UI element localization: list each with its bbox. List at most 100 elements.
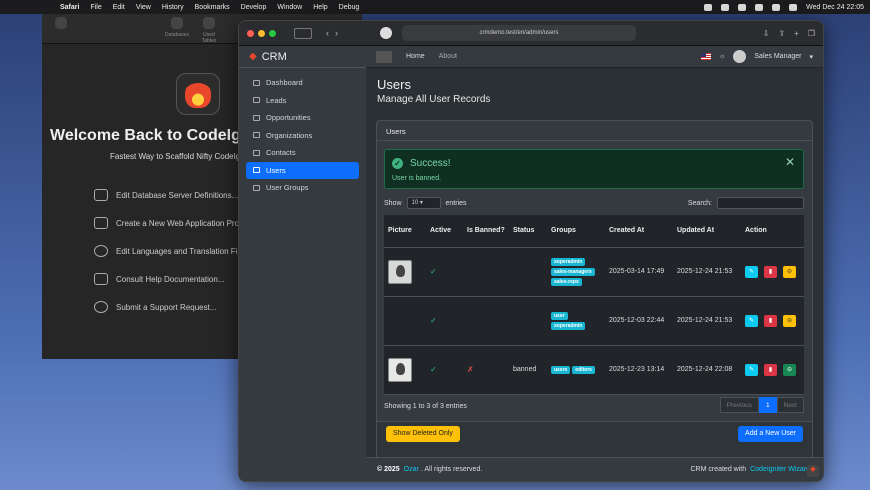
brand[interactable]: ◆ CRM	[239, 46, 366, 68]
pager-next[interactable]: Next	[776, 397, 804, 413]
menu-bookmarks[interactable]: Bookmarks	[195, 4, 230, 11]
menu-file[interactable]: File	[90, 4, 101, 11]
edit-button[interactable]: ✎	[745, 314, 758, 327]
share-icon[interactable]: ⇪	[778, 29, 785, 38]
menu-edit[interactable]: Edit	[113, 4, 125, 11]
wifi-icon[interactable]	[755, 3, 764, 11]
control-center-icon[interactable]	[789, 3, 798, 11]
hamburger-menu-icon[interactable]	[376, 50, 392, 63]
menu-help[interactable]: Help	[313, 4, 327, 11]
col-status[interactable]: Status	[509, 215, 547, 248]
footer-author-link[interactable]: Ozar	[404, 466, 419, 473]
sidebar-item-user-groups[interactable]: User Groups	[246, 179, 359, 197]
updated-at: 2025-12-24 21:53	[673, 296, 741, 346]
created-at: 2025-12-23 13:14	[605, 345, 673, 395]
zoom-window-icon[interactable]	[269, 29, 276, 37]
sidebar-item-opportunities[interactable]: Opportunities	[246, 109, 359, 127]
back-forward-icon[interactable]: ‹›	[326, 28, 344, 38]
link-help-docs[interactable]: Consult Help Documentation...	[94, 265, 239, 293]
edit-button[interactable]: ✎	[745, 363, 758, 376]
shield-icon[interactable]	[721, 3, 730, 11]
battery-icon[interactable]	[738, 3, 747, 11]
nav-about[interactable]: About	[439, 53, 457, 60]
codeigniter-logo-icon	[176, 73, 220, 115]
bg-toolbar-used-tables[interactable]: Used Tables	[196, 17, 222, 44]
sidebar-toggle-icon[interactable]	[294, 27, 312, 39]
pagination: Previous 1 Next	[719, 397, 804, 413]
main-content: Home About ☼ Sales Manager ▾ Users Manag…	[366, 46, 823, 481]
sidebar-item-dashboard[interactable]: Dashboard	[246, 74, 359, 92]
card-title: Users	[377, 121, 812, 141]
search-input[interactable]	[717, 197, 804, 209]
unban-button[interactable]: ⊖	[783, 363, 796, 376]
help-icon	[94, 301, 108, 313]
codeigniter-toolbar-icon[interactable]: ◆	[807, 465, 819, 477]
success-alert: ✓ Success! User is banned. ✕	[384, 149, 804, 189]
book-icon	[94, 273, 108, 285]
group-badge: sales-reps	[551, 277, 582, 286]
footer-credit: CRM created with	[690, 466, 747, 473]
nav-home[interactable]: Home	[406, 53, 425, 60]
delete-button[interactable]: ▮	[764, 314, 777, 327]
link-edit-languages[interactable]: Edit Languages and Translation Fi	[94, 237, 239, 265]
bg-toolbar-databases[interactable]: Databases	[164, 17, 190, 38]
delete-button[interactable]: ▮	[764, 265, 777, 278]
link-create-app[interactable]: Create a New Web Application Pro	[94, 209, 239, 237]
pager-previous[interactable]: Previous	[719, 397, 759, 413]
table-row: ✓ ✗ banned users editors 2025-12-23 13:1…	[384, 345, 804, 395]
pager-page-1[interactable]: 1	[759, 397, 777, 413]
user-menu[interactable]: Sales Manager	[754, 53, 801, 60]
col-picture[interactable]: Picture	[384, 215, 426, 248]
link-edit-database[interactable]: Edit Database Server Definitions...	[94, 181, 239, 209]
tab-favicon-icon[interactable]	[380, 27, 392, 39]
footer-tool-link[interactable]: CodeIgniter Wizard	[750, 466, 810, 473]
bg-toolbar-item[interactable]	[48, 17, 74, 32]
menu-app[interactable]: Safari	[60, 4, 79, 11]
close-icon[interactable]: ✕	[785, 155, 795, 169]
menu-view[interactable]: View	[136, 4, 151, 11]
close-window-icon[interactable]	[247, 29, 254, 37]
col-active[interactable]: Active	[426, 215, 463, 248]
menu-window[interactable]: Window	[277, 4, 302, 11]
minimize-window-icon[interactable]	[258, 29, 265, 37]
tabs-overview-icon[interactable]: ❐	[808, 29, 815, 38]
address-bar[interactable]: crmdemo.test/en/admin/users	[402, 25, 636, 41]
sidebar-item-organizations[interactable]: Organizations	[246, 127, 359, 145]
sidebar-item-contacts[interactable]: Contacts	[246, 144, 359, 162]
table-icon	[253, 149, 260, 156]
search-icon[interactable]	[772, 3, 781, 11]
ban-button[interactable]: ⊖	[783, 314, 796, 327]
menu-develop[interactable]: Develop	[241, 4, 267, 11]
add-user-button[interactable]: Add a New User	[738, 426, 803, 442]
ban-button[interactable]: ⊖	[783, 265, 796, 278]
group-badge: superadmin	[551, 321, 586, 330]
col-updated[interactable]: Updated At	[673, 215, 741, 248]
entries-select[interactable]: 10 ▾	[406, 197, 441, 209]
menubar-clock[interactable]: Wed Dec 24 22:05	[806, 4, 864, 11]
theme-toggle-icon[interactable]: ☼	[719, 53, 725, 60]
col-groups[interactable]: Groups	[547, 215, 605, 248]
caret-down-icon[interactable]: ▾	[809, 53, 813, 61]
menu-history[interactable]: History	[162, 4, 184, 11]
edit-button[interactable]: ✎	[745, 265, 758, 278]
new-tab-icon[interactable]: +	[794, 29, 799, 38]
status-text	[509, 296, 547, 346]
sidebar: ◆ CRM Dashboard Leads Opportunities Organ…	[239, 46, 366, 481]
avatar[interactable]	[733, 50, 747, 63]
delete-button[interactable]: ▮	[764, 363, 777, 376]
status-icon[interactable]	[704, 3, 713, 11]
banned-mark: ✗	[463, 345, 509, 395]
sidebar-item-leads[interactable]: Leads	[246, 92, 359, 110]
link-support[interactable]: Submit a Support Request...	[94, 293, 239, 321]
table-row: ✓ user superadmin 2025-12-03 22:44 2025-1…	[384, 296, 804, 346]
crm-page: ◆ CRM Dashboard Leads Opportunities Organ…	[239, 46, 823, 481]
updated-at: 2025-12-24 21:53	[673, 247, 741, 297]
mac-menubar: Safari File Edit View History Bookmarks …	[0, 0, 870, 14]
download-icon[interactable]: ⇩	[763, 29, 770, 38]
us-flag-icon[interactable]	[700, 53, 711, 60]
menu-debug[interactable]: Debug	[339, 4, 360, 11]
col-created[interactable]: Created At	[605, 215, 673, 248]
sidebar-item-users[interactable]: Users	[246, 161, 359, 179]
show-deleted-button[interactable]: Show Deleted Only	[386, 426, 460, 442]
col-banned[interactable]: Is Banned?	[463, 215, 509, 248]
